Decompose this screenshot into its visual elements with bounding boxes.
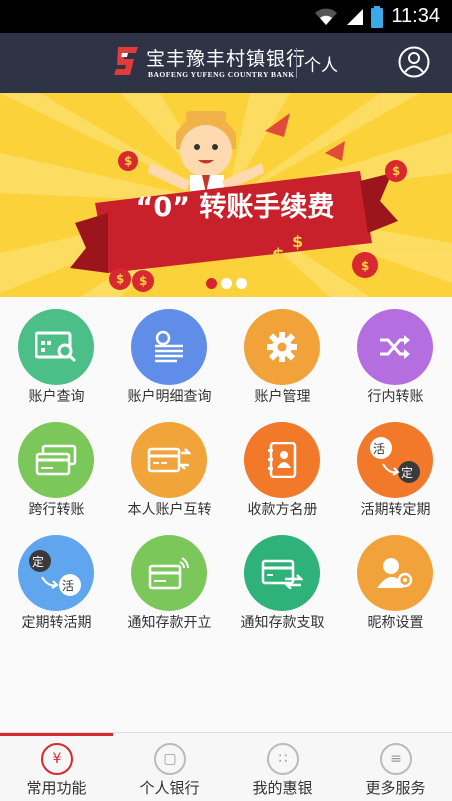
tile-nickname-settings[interactable]: 昵称设置 <box>339 523 452 641</box>
tile-fixed-to-current[interactable]: 定 活 定期转活期 <box>0 523 113 641</box>
tab-common-functions[interactable]: ¥ 常用功能 <box>0 733 113 801</box>
pagination-dot[interactable] <box>220 278 232 289</box>
function-grid: 账户查询 账户明细查询 账户管理 行内转账 跨行转账 本人账户互转 收款方名册 … <box>0 297 452 732</box>
tile-account-query[interactable]: 账户查询 <box>0 297 113 415</box>
bank-logo-icon <box>114 47 138 75</box>
svg-text:$: $ <box>124 154 132 168</box>
tile-intrabank-transfer[interactable]: 行内转账 <box>339 297 452 415</box>
user-profile-icon[interactable] <box>398 46 430 78</box>
tile-interbank-transfer[interactable]: 跨行转账 <box>0 410 113 528</box>
tab-more-services[interactable]: ≡ 更多服务 <box>339 733 452 801</box>
tab-personal-banking[interactable]: ▢ 个人银行 <box>113 733 226 801</box>
app-header: 宝丰豫丰村镇银行 BAOFENG YUFENG COUNTRY BANK 个人 <box>0 33 452 93</box>
monitor-icon: ▢ <box>154 743 186 775</box>
tab-label: 更多服务 <box>365 779 426 797</box>
svg-text:$: $ <box>361 259 369 273</box>
tile-label: 行内转账 <box>367 389 424 405</box>
banner-pagination[interactable] <box>0 278 452 289</box>
yuan-icon: ¥ <box>41 743 73 775</box>
apps-icon: ∷ <box>267 743 299 775</box>
tile-notice-deposit-withdraw[interactable]: 通知存款支取 <box>226 523 339 641</box>
contacts-book-icon <box>244 422 320 498</box>
menu-icon: ≡ <box>380 743 412 775</box>
status-bar: 11:34 <box>0 0 452 33</box>
tile-current-to-fixed[interactable]: 活 定 活期转定期 <box>339 410 452 528</box>
tile-label: 账户查询 <box>28 389 85 405</box>
header-divider <box>296 48 297 78</box>
mode-label[interactable]: 个人 <box>304 51 338 76</box>
tile-label: 定期转活期 <box>21 615 92 631</box>
current-to-fixed-icon: 活 定 <box>357 422 433 498</box>
tile-label: 本人账户互转 <box>127 502 212 518</box>
svg-text:$: $ <box>392 164 400 178</box>
wifi-icon <box>313 7 339 27</box>
tile-label: 跨行转账 <box>28 502 85 518</box>
tile-payee-list[interactable]: 收款方名册 <box>226 410 339 528</box>
nickname-settings-icon <box>357 535 433 611</box>
gear-icon <box>244 309 320 385</box>
tile-notice-deposit-open[interactable]: 通知存款开立 <box>113 523 226 641</box>
notice-deposit-open-icon <box>131 535 207 611</box>
tile-label: 活期转定期 <box>360 502 431 518</box>
tab-label: 常用功能 <box>26 779 87 797</box>
tab-my-huiyin[interactable]: ∷ 我的惠银 <box>226 733 339 801</box>
tile-account-details[interactable]: 账户明细查询 <box>113 297 226 415</box>
pagination-dot[interactable] <box>205 278 217 289</box>
bank-name-en: BAOFENG YUFENG COUNTRY BANK <box>148 70 295 79</box>
promo-banner[interactable]: $ $ $ $ $ $ $ “0” 转账手续费 <box>0 93 452 297</box>
own-transfer-icon <box>131 422 207 498</box>
notice-deposit-withdraw-icon <box>244 535 320 611</box>
account-details-icon <box>131 309 207 385</box>
pagination-dot[interactable] <box>235 278 247 289</box>
tile-label: 昵称设置 <box>367 615 424 631</box>
clock-time: 11:34 <box>391 5 440 27</box>
badge-text: 定 <box>401 466 414 480</box>
tile-own-account-transfer[interactable]: 本人账户互转 <box>113 410 226 528</box>
badge-text: 定 <box>32 555 45 569</box>
badge-text: 活 <box>373 442 386 456</box>
tile-label: 账户明细查询 <box>127 389 212 405</box>
fixed-to-current-icon: 定 活 <box>18 535 94 611</box>
tab-label: 个人银行 <box>139 779 200 797</box>
bank-name: 宝丰豫丰村镇银行 <box>146 48 307 70</box>
tile-account-management[interactable]: 账户管理 <box>226 297 339 415</box>
bottom-tab-bar: ¥ 常用功能 ▢ 个人银行 ∷ 我的惠银 ≡ 更多服务 <box>0 732 452 801</box>
svg-text:$: $ <box>272 245 285 266</box>
account-query-icon <box>18 309 94 385</box>
svg-text:$: $ <box>292 232 303 251</box>
badge-text: 活 <box>62 579 75 593</box>
tile-label: 账户管理 <box>254 389 311 405</box>
tile-label: 收款方名册 <box>247 502 318 518</box>
shuffle-icon <box>357 309 433 385</box>
tab-label: 我的惠银 <box>252 779 313 797</box>
signal-icon <box>345 7 365 27</box>
banner-title: “0” 转账手续费 <box>135 192 335 223</box>
tile-label: 通知存款支取 <box>240 615 325 631</box>
interbank-transfer-icon <box>18 422 94 498</box>
tile-label: 通知存款开立 <box>127 615 212 631</box>
battery-icon <box>371 5 384 28</box>
